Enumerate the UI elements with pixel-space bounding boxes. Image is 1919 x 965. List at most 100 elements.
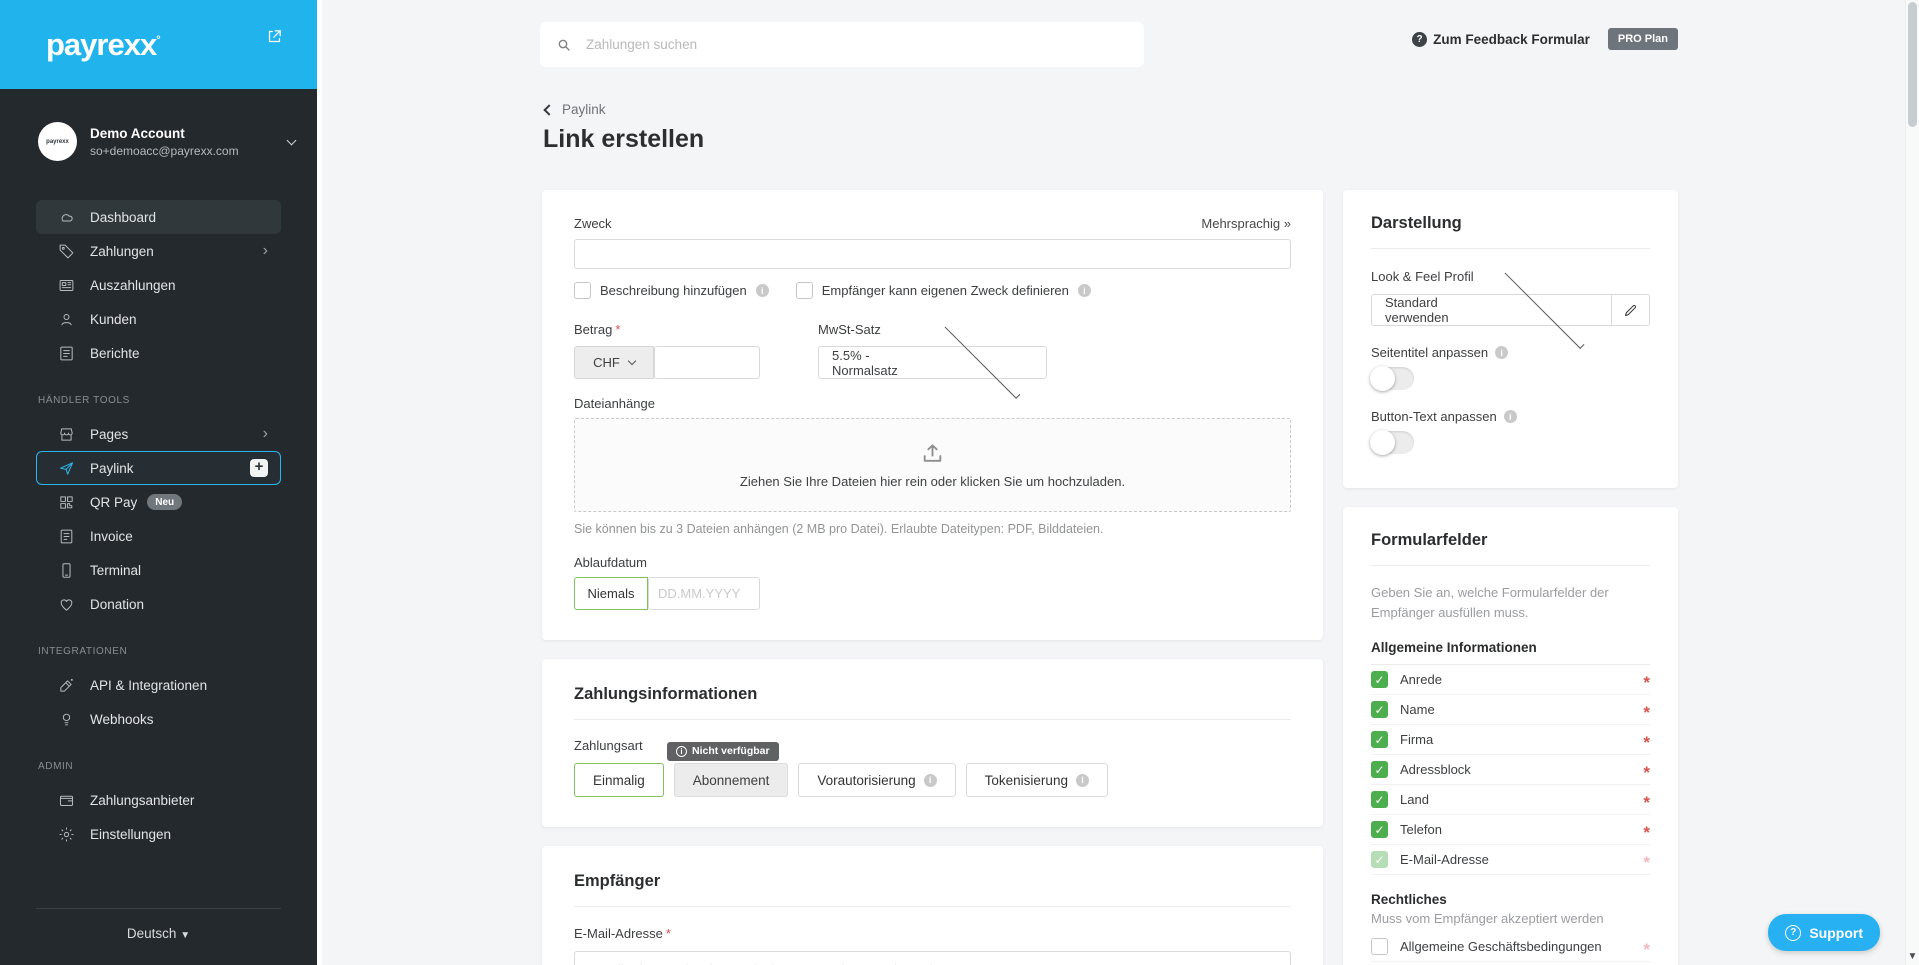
- purpose-input[interactable]: [574, 239, 1291, 269]
- look-feel-select[interactable]: Standard verwenden: [1371, 268, 1612, 349]
- agb-checkbox[interactable]: [1371, 938, 1388, 956]
- form-field-row-land: ✓ Land *: [1371, 785, 1650, 816]
- sidebar-item-kunden[interactable]: Kunden: [36, 302, 281, 336]
- required-toggle[interactable]: *: [1643, 671, 1650, 691]
- legal-group-title: Rechtliches: [1371, 892, 1447, 908]
- brand-header: payrexx°: [0, 0, 317, 89]
- breadcrumb[interactable]: Paylink: [543, 102, 606, 117]
- never-button[interactable]: Niemals: [574, 577, 648, 610]
- multilingual-link[interactable]: Mehrsprachig »: [1201, 216, 1291, 231]
- payment-type-label: Zahlungsart: [574, 738, 643, 753]
- sidebar-item-api-integrationen[interactable]: API & Integrationen: [36, 668, 281, 702]
- required-toggle[interactable]: *: [1643, 701, 1650, 721]
- chevron-right-icon: ›: [262, 242, 268, 259]
- land-checkbox[interactable]: ✓: [1371, 791, 1388, 809]
- form-field-row-firma: ✓ Firma *: [1371, 725, 1650, 756]
- pencil-icon: [1625, 304, 1637, 316]
- paytype-tokenisierung-button[interactable]: Tokenisierung i: [965, 763, 1108, 797]
- sidebar-item-terminal[interactable]: Terminal: [36, 553, 281, 587]
- paytype-label: Einmalig: [593, 772, 645, 788]
- scrollbar-down-arrow[interactable]: ▼: [1907, 951, 1918, 962]
- qr-code-icon: [58, 494, 75, 511]
- custom-purpose-checkbox[interactable]: [795, 282, 813, 299]
- sidebar-item-label: Paylink: [90, 460, 134, 476]
- add-description-checkbox-group[interactable]: Beschreibung hinzufügen i: [574, 282, 769, 299]
- file-dropzone[interactable]: Ziehen Sie Ihre Dateien hier rein oder k…: [574, 418, 1291, 512]
- account-switcher[interactable]: payrexx Demo Account so+demoacc@payrexx.…: [38, 122, 297, 161]
- language-selector[interactable]: Deutsch ▼: [127, 926, 190, 941]
- add-paylink-button[interactable]: +: [250, 459, 268, 477]
- sidebar-item-label: QR Pay: [90, 494, 138, 510]
- anrede-checkbox[interactable]: ✓: [1371, 671, 1388, 689]
- info-icon[interactable]: i: [1503, 410, 1517, 423]
- appearance-card-title: Darstellung: [1371, 214, 1462, 232]
- expiry-date-input[interactable]: [648, 577, 760, 610]
- sidebar-item-donation[interactable]: Donation: [36, 587, 281, 621]
- add-description-checkbox[interactable]: [574, 282, 591, 299]
- sidebar-item-pages[interactable]: Pages ›: [36, 417, 281, 451]
- sidebar-item-auszahlungen[interactable]: Auszahlungen: [36, 268, 281, 302]
- info-icon[interactable]: i: [1495, 346, 1509, 359]
- feedback-link[interactable]: ? Zum Feedback Formular: [1412, 31, 1590, 47]
- firma-checkbox[interactable]: ✓: [1371, 731, 1388, 749]
- sidebar-item-qr-pay[interactable]: QR Pay Neu: [36, 485, 281, 519]
- sidebar-item-webhooks[interactable]: Webhooks: [36, 702, 281, 736]
- payout-icon: [58, 277, 75, 294]
- required-toggle[interactable]: *: [1643, 761, 1650, 781]
- sidebar-item-zahlungen[interactable]: Zahlungen ›: [36, 234, 281, 268]
- field-label: Firma: [1400, 732, 1434, 748]
- amount-input[interactable]: [654, 346, 760, 379]
- sidebar-item-paylink[interactable]: Paylink +: [36, 451, 281, 485]
- search-icon: [558, 39, 570, 51]
- legal-group-hint: Muss vom Empfänger akzeptiert werden: [1371, 911, 1604, 927]
- paytype-vorautorisierung-button[interactable]: Vorautorisierung i: [798, 763, 956, 797]
- external-link-icon[interactable]: [266, 28, 283, 45]
- required-asterisk: *: [665, 926, 671, 941]
- telefon-checkbox[interactable]: ✓: [1371, 821, 1388, 839]
- info-icon[interactable]: i: [923, 773, 937, 787]
- currency-select[interactable]: CHF: [574, 346, 654, 379]
- paytype-einmalig-button[interactable]: Einmalig: [574, 763, 664, 797]
- recipient-card: Empfänger E-Mail-Adresse* Trennen Sie me…: [542, 846, 1323, 965]
- info-icon[interactable]: i: [1077, 284, 1091, 297]
- sidebar-nav: Dashboard Zahlungen › Auszahlungen Kunde…: [0, 200, 317, 894]
- wallet-icon: [58, 792, 75, 809]
- currency-value: CHF: [593, 355, 620, 370]
- sidebar-item-einstellungen[interactable]: Einstellungen: [36, 817, 281, 851]
- left-column: Zweck Mehrsprachig » Beschreibung hinzuf…: [542, 190, 1323, 965]
- sidebar-item-dashboard[interactable]: Dashboard: [36, 200, 281, 234]
- search-input[interactable]: [586, 37, 1128, 52]
- email-label: E-Mail-Adresse: [574, 926, 663, 941]
- button-text-toggle[interactable]: [1370, 430, 1414, 455]
- account-text: Demo Account so+demoacc@payrexx.com: [90, 126, 288, 158]
- edit-profile-button[interactable]: [1612, 294, 1650, 326]
- recipient-email-input[interactable]: [574, 951, 1291, 965]
- paytype-abonnement-button[interactable]: Abonnement: [673, 763, 789, 797]
- custom-purpose-checkbox-group[interactable]: Empfänger kann eigenen Zweck definieren …: [795, 282, 1091, 299]
- required-toggle[interactable]: *: [1643, 821, 1650, 841]
- required-toggle[interactable]: *: [1643, 731, 1650, 751]
- required-toggle[interactable]: *: [1643, 791, 1650, 811]
- caret-down-icon: ▼: [180, 930, 191, 941]
- custom-purpose-label: Empfänger kann eigenen Zweck definieren: [821, 283, 1069, 298]
- page-title-toggle[interactable]: [1370, 366, 1414, 391]
- sidebar-item-label: Terminal: [90, 562, 142, 578]
- form-field-row-name: ✓ Name *: [1371, 695, 1650, 726]
- info-icon[interactable]: i: [1075, 773, 1089, 787]
- adressblock-checkbox[interactable]: ✓: [1371, 761, 1388, 779]
- toggle-knob: [1370, 366, 1395, 391]
- form-field-row-anrede: ✓ Anrede *: [1371, 665, 1650, 696]
- support-button[interactable]: ? Support: [1768, 914, 1880, 951]
- vat-select[interactable]: 5.5% - Normalsatz: [818, 323, 1047, 399]
- sidebar: payrexx° payrexx Demo Account so+demoacc…: [0, 0, 317, 965]
- page-scrollbar[interactable]: ▼: [1905, 0, 1919, 965]
- topbar-right: ? Zum Feedback Formular PRO Plan: [1412, 28, 1678, 50]
- sidebar-item-zahlungsanbieter[interactable]: Zahlungsanbieter: [36, 783, 281, 817]
- sidebar-item-invoice[interactable]: Invoice: [36, 519, 281, 553]
- name-checkbox[interactable]: ✓: [1371, 701, 1388, 719]
- scrollbar-thumb[interactable]: [1908, 2, 1917, 127]
- info-icon[interactable]: i: [755, 284, 769, 297]
- look-feel-label: Look & Feel Profil: [1371, 269, 1474, 284]
- sidebar-item-berichte[interactable]: Berichte: [36, 336, 281, 370]
- toggle-knob: [1370, 430, 1395, 455]
